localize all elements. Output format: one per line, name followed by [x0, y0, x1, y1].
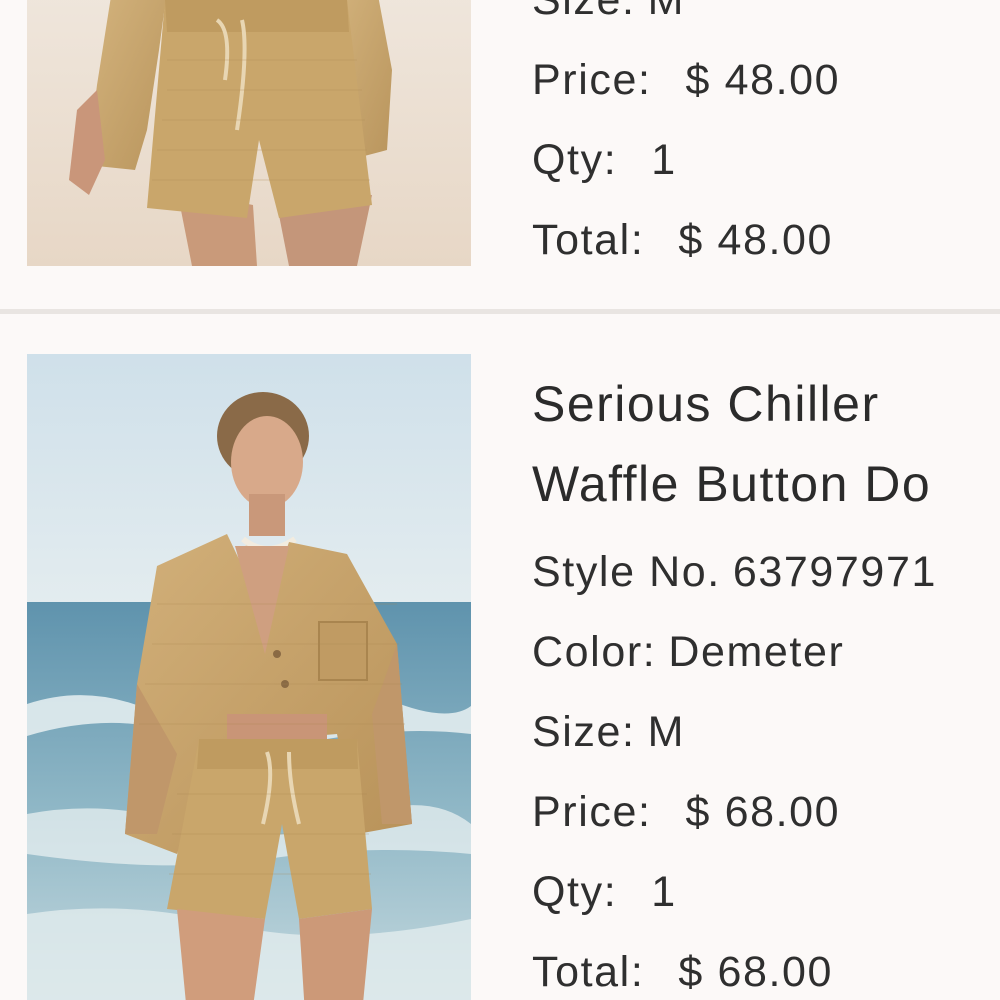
style-label: Style No. — [532, 548, 721, 596]
qty-row: Qty: 1 — [532, 120, 1000, 200]
size-label: Size: — [532, 0, 636, 24]
qty-row: Qty: 1 — [532, 852, 1000, 932]
price-row: Price: $ 48.00 — [532, 40, 1000, 120]
product-title-line-2: Waffle Button Do — [532, 456, 932, 512]
item-details: Serious Chiller Waffle Button Do Style N… — [532, 364, 1000, 1000]
qty-label: Qty: — [532, 868, 618, 916]
product-title[interactable]: Serious Chiller Waffle Button Do — [532, 364, 1000, 524]
price-value: $ 48.00 — [685, 56, 841, 104]
total-row: Total: $ 68.00 — [532, 932, 1000, 1000]
size-value: M — [647, 0, 686, 24]
product-photo — [27, 0, 471, 266]
size-row: Size: M — [532, 0, 1000, 40]
color-value: Demeter — [668, 628, 845, 676]
size-label: Size: — [532, 708, 636, 756]
item-details: Size: M Price: $ 48.00 Qty: 1 Total: $ 48.00 — [532, 0, 1000, 280]
total-row: Total: $ 48.00 — [532, 200, 1000, 280]
price-label: Price: — [532, 788, 652, 836]
cart-item: Serious Chiller Waffle Button Do Style N… — [0, 316, 1000, 1000]
total-value: $ 68.00 — [678, 948, 834, 996]
style-row: Style No. 63797971 — [532, 532, 1000, 612]
size-row: Size: M — [532, 692, 1000, 772]
total-value: $ 48.00 — [678, 216, 834, 264]
cart-page: Size: M Price: $ 48.00 Qty: 1 Total: $ 48.00 — [0, 0, 1000, 1000]
qty-value[interactable]: 1 — [651, 868, 677, 916]
color-label: Color: — [532, 628, 657, 676]
product-photo — [27, 354, 471, 1000]
product-image[interactable] — [27, 354, 471, 1000]
total-label: Total: — [532, 948, 645, 996]
qty-label: Qty: — [532, 136, 618, 184]
price-row: Price: $ 68.00 — [532, 772, 1000, 852]
product-title-line-1: Serious Chiller — [532, 376, 880, 432]
cart-item: Size: M Price: $ 48.00 Qty: 1 Total: $ 48.00 — [0, 0, 1000, 310]
total-label: Total: — [532, 216, 645, 264]
qty-value[interactable]: 1 — [651, 136, 677, 184]
price-label: Price: — [532, 56, 652, 104]
product-image[interactable] — [27, 0, 471, 266]
style-value: 63797971 — [732, 548, 937, 596]
color-row: Color: Demeter — [532, 612, 1000, 692]
item-divider — [0, 309, 1000, 314]
price-value: $ 68.00 — [685, 788, 841, 836]
size-value: M — [647, 708, 686, 756]
